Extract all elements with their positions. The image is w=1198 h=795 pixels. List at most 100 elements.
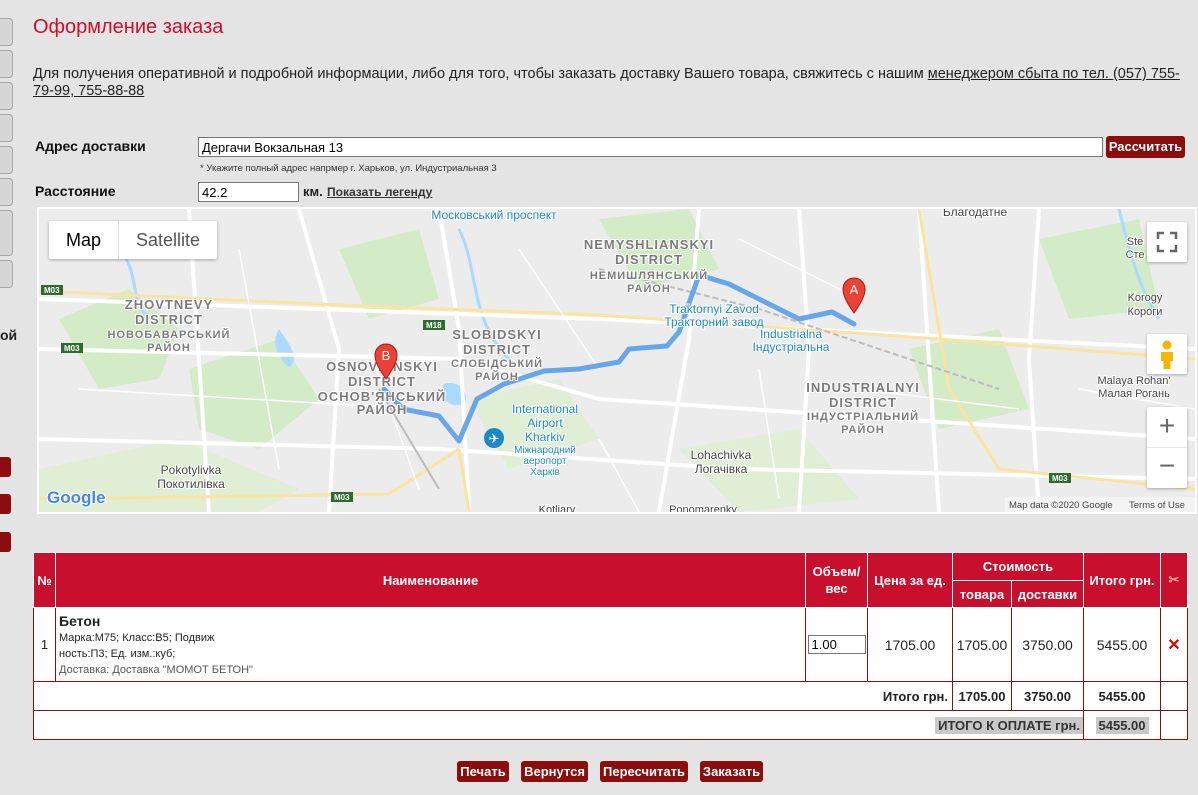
road-label-m03: M03 [64,344,80,353]
zoom-control: + − [1147,407,1187,488]
map-label-ste2: Сте [1126,249,1145,261]
map-label-airport-ua2: аеропорт [523,456,567,467]
map-label-korogy-en: Korogy [1128,292,1163,304]
order-table: № Наименование Объем/вес Цена за ед. Сто… [33,552,1188,740]
pay-label-cell: ИТОГО К ОПЛАТЕ грн. [33,710,1084,740]
route-map[interactable]: M03 M03 M18 M03 M03 NEMYSHLIANSKYI DISTR… [37,207,1197,514]
map-label-ind-en: INDUSTRIALNYI [806,380,919,395]
sum-label: Итого грн. [33,681,953,711]
delivery-cost-cell: 3750.00 [1011,607,1084,682]
sum-row: Итого грн. 1705.00 3750.00 5455.00 [33,681,1188,711]
map-label-ste1: Ste [1127,236,1144,248]
page-title: Оформление заказа [33,16,224,38]
sum-goods: 1705.00 [952,681,1012,711]
map-type-map-button[interactable]: Map [49,221,120,259]
street-view-button[interactable] [1147,334,1187,374]
map-label-indus-en: Industrialna [760,327,822,341]
map-label-malaya-ua: Малая Рогань [1098,388,1170,400]
order-button[interactable]: Заказать [700,761,763,782]
pay-row: ИТОГО К ОПЛАТЕ грн. 5455.00 [33,710,1188,740]
map-label-zhov-en2: DISTRICT [135,312,203,327]
col-delivery-header: доставки [1011,580,1084,608]
delete-all-icon[interactable]: ✂ [1169,572,1180,587]
map-label-nem-ua: НЕМИШЛЯНСЬКИЙ [590,269,708,282]
pegman-icon [1161,340,1173,369]
col-delete-header: ✂ [1160,552,1188,608]
col-name-header: Наименование [55,552,806,608]
calculate-button[interactable]: Рассчитать [1106,136,1185,158]
sidebar-red-button[interactable] [0,457,11,477]
delete-row-icon[interactable]: ✕ [1167,637,1180,654]
col-total-header: Итого грн. [1083,552,1161,608]
fullscreen-icon [1156,231,1178,253]
sidebar-red-button[interactable] [0,494,11,514]
map-label-zhov-ua2: РАЙОН [147,341,191,354]
sum-delivery: 3750.00 [1011,681,1084,711]
map-label-airport-en: International [512,402,578,416]
map-label-nem-en2: DISTRICT [615,252,683,267]
map-label-trak-en: Traktornyi Zavod [669,302,759,316]
airport-plane-icon: ✈ [489,432,500,447]
product-spec-line2: ность:П3; Ед. изм.:куб; [59,648,176,660]
print-button[interactable]: Печать [457,761,509,782]
map-label-osn-ua2: РАЙОН [357,402,408,417]
map-label-ind-ua: ІНДУСТРІАЛЬНИЙ [807,410,919,423]
back-button[interactable]: Вернутся [521,761,588,782]
zoom-in-button[interactable]: + [1147,407,1187,448]
quantity-cell [805,607,868,682]
fullscreen-button[interactable] [1147,222,1187,262]
map-label-nem-en: NEMYSHLIANSKYI [584,237,714,252]
delete-cell: ✕ [1160,607,1188,682]
product-spec-line1: Марка:M75; Класс:B5; Подвиж [59,632,215,644]
plus-icon: + [1158,410,1176,441]
sidebar-tab[interactable] [0,18,13,46]
col-price-header: Цена за ед. [867,552,953,608]
sidebar-tab[interactable] [0,50,13,78]
sidebar-tab[interactable] [0,178,13,206]
map-label-ind-ua2: РАЙОН [841,423,885,436]
map-label-ponomarenky: Ponomarenky [669,504,737,512]
sidebar-tab[interactable] [0,146,13,174]
map-label-loha-ua: Логачівка [695,462,748,476]
sidebar-red-button[interactable] [0,532,11,552]
recalculate-button[interactable]: Пересчитать [600,761,688,782]
pay-empty [1160,710,1188,740]
map-label-zhov-en: ZHOVTNEVY [125,297,213,312]
pay-label: ИТОГО К ОПЛАТЕ грн. [935,716,1083,734]
map-label-poko-en: Pokotylivka [161,463,222,477]
map-label-slob-ua2: РАЙОН [475,370,519,383]
distance-input[interactable] [198,182,299,202]
sidebar-tab[interactable] [0,82,13,110]
sidebar-tab[interactable] [0,260,13,288]
delivery-address-label: Адрес доставки [35,138,146,154]
map-label-moskovskyi: Московський проспект [431,209,557,222]
col-cost-header: Стоимость [952,552,1084,581]
map-label-malaya-en: Malaya Rohan' [1097,375,1170,387]
distance-unit: км. [303,184,323,199]
map-type-toggle: Map Satellite [49,221,218,259]
distance-label: Расстояние [35,183,116,199]
map-label-nem-ua2: РАЙОН [627,282,671,295]
map-label-kotliary: Kotliary [539,504,576,512]
sidebar-tab[interactable] [0,210,13,256]
map-label-indus-ua: Індустріальна [753,340,830,354]
delivery-address-input[interactable] [198,137,1103,157]
map-label-zhov-ua: НОВОБАВАРСЬКИЙ [108,328,231,341]
col-volume-header: Объем/вес [805,552,868,608]
map-type-satellite-button[interactable]: Satellite [119,221,217,259]
product-delivery-note: Доставка: Доставка "МОМОТ БЕТОН" [59,664,253,676]
show-legend-link[interactable]: Показать легенду [327,185,432,199]
zoom-out-button[interactable]: − [1147,448,1187,488]
map-label-slob-en: SLOBIDSKYI [452,327,541,342]
address-hint: * Укажите полный адрес напрмер г. Харько… [200,163,497,174]
pay-total-cell: 5455.00 [1083,710,1161,740]
map-label-loha-en: Lohachivka [691,448,752,462]
road-label-m18: M18 [426,321,442,330]
sidebar-tab[interactable] [0,114,13,142]
road-label-m03: M03 [1052,474,1068,483]
col-goods-header: товара [952,580,1012,608]
terms-of-use-link: Terms of Use [1129,500,1185,511]
map-label-slob-ua: СЛОБІДСЬКИЙ [451,357,543,370]
quantity-input[interactable] [807,635,866,654]
map-attribution: Map data ©2020 Google [1009,500,1113,511]
